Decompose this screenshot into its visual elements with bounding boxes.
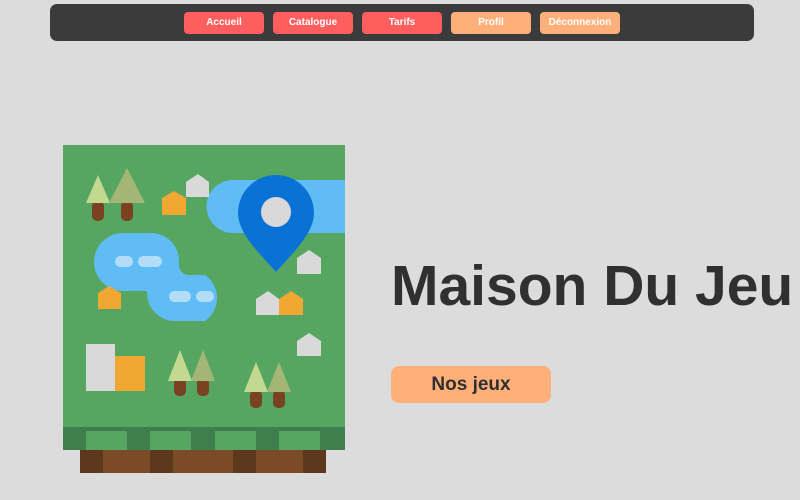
nos-jeux-button[interactable]: Nos jeux [391,366,551,403]
map-illustration [63,145,345,473]
hero-title: Maison Du Jeu [391,254,794,318]
nav-tarifs-button[interactable]: Tarifs [362,11,442,34]
page: Accueil Catalogue Tarifs Profil Déconnex… [0,0,800,500]
building-white [86,344,115,391]
top-navbar: Accueil Catalogue Tarifs Profil Déconnex… [50,4,754,41]
nav-accueil-button[interactable]: Accueil [184,11,264,34]
nav-deconnexion-button[interactable]: Déconnexion [540,11,620,34]
nav-profil-button[interactable]: Profil [451,11,531,34]
building-orange [115,356,145,391]
nav-catalogue-button[interactable]: Catalogue [273,11,353,34]
map-soil [80,450,326,473]
